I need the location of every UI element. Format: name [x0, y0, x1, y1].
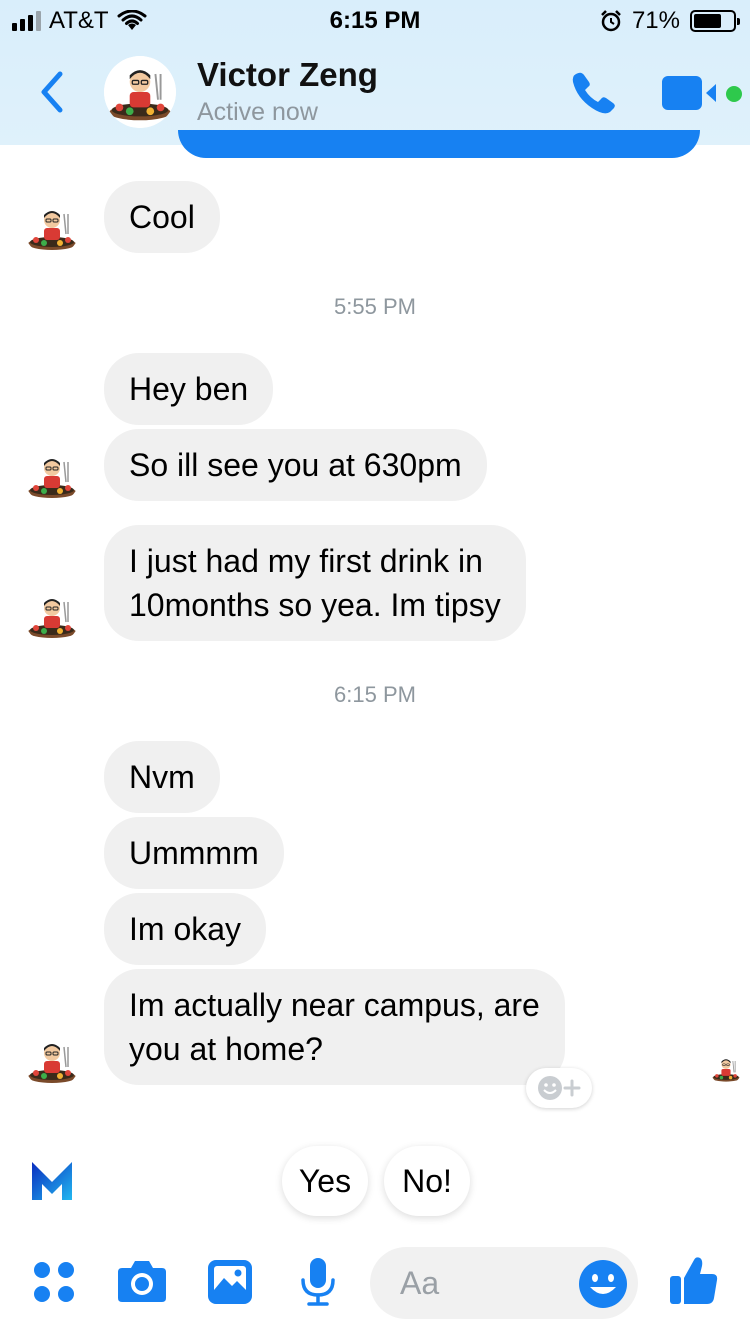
message-line: Im actually near campus, are: [129, 987, 540, 1023]
received-message[interactable]: Im actually near campus, are you at home…: [104, 969, 565, 1085]
image-icon[interactable]: [206, 1258, 254, 1306]
received-message[interactable]: Im okay: [104, 893, 267, 965]
message-timestamp: 6:15 PM: [334, 682, 416, 707]
quick-reply-no[interactable]: No!: [384, 1146, 470, 1216]
contact-name[interactable]: Victor Zeng: [197, 56, 378, 94]
chevron-left-icon[interactable]: [32, 66, 72, 118]
chat-header: AT&T 6:15 PM 71% Victor Zeng Active now: [0, 0, 750, 145]
received-message[interactable]: Nvm: [104, 741, 220, 813]
microphone-icon[interactable]: [298, 1256, 338, 1308]
grid-dots-icon[interactable]: [32, 1260, 76, 1304]
smiley-icon[interactable]: [578, 1259, 628, 1309]
sender-avatar: [24, 1033, 80, 1089]
contact-avatar[interactable]: [104, 56, 176, 128]
status-bar: AT&T 6:15 PM 71%: [0, 0, 750, 42]
read-receipt-avatar: [710, 1053, 742, 1085]
add-reaction-icon[interactable]: [526, 1068, 592, 1108]
message-line: 10months so yea. Im tipsy: [129, 587, 501, 623]
camera-icon[interactable]: [116, 1258, 168, 1304]
received-message[interactable]: Ummmm: [104, 817, 284, 889]
contact-status: Active now: [197, 98, 318, 126]
sender-avatar: [24, 448, 80, 504]
message-timestamp: 5:55 PM: [334, 294, 416, 319]
received-message[interactable]: Hey ben: [104, 353, 274, 425]
quick-reply-yes[interactable]: Yes: [282, 1146, 368, 1216]
message-line: I just had my first drink in: [129, 543, 483, 579]
sender-avatar: [24, 200, 80, 256]
received-message[interactable]: I just had my first drink in 10months so…: [104, 525, 526, 641]
thumbs-up-icon[interactable]: [668, 1254, 720, 1308]
m-assistant-icon[interactable]: [28, 1156, 76, 1204]
message-line: you at home?: [129, 1031, 323, 1067]
sender-avatar: [24, 588, 80, 644]
received-message[interactable]: So ill see you at 630pm: [104, 429, 487, 501]
battery-icon: [690, 10, 740, 32]
message-composer: [0, 1240, 750, 1334]
received-message[interactable]: Cool: [104, 181, 220, 253]
previous-sent-message-bubble: [178, 130, 700, 158]
active-status-dot: [726, 86, 742, 102]
phone-icon[interactable]: [568, 68, 620, 118]
alarm-icon: [601, 10, 621, 32]
video-camera-icon[interactable]: [660, 74, 722, 112]
battery-percent: 71%: [631, 7, 680, 34]
